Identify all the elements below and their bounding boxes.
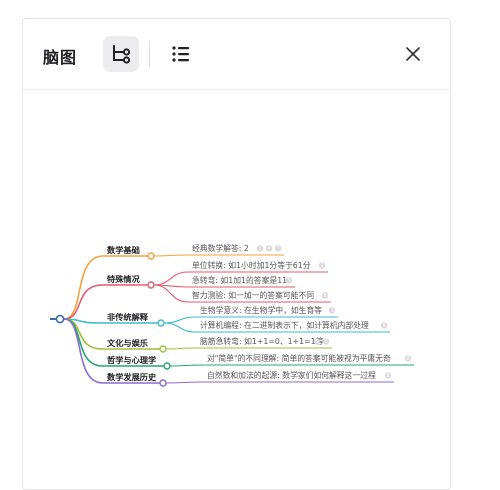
item-label[interactable]: 急转弯: 如1加1的答案是11 (192, 275, 287, 285)
item-label[interactable]: 生物学意义: 在生物学中，如生育等 (200, 305, 322, 315)
category-node (159, 345, 167, 353)
item-label[interactable]: 智力测验: 如一加一的答案可能不同 (192, 290, 314, 300)
category-node (147, 252, 155, 260)
category-label[interactable]: 文化与娱乐 (107, 338, 149, 348)
item-label[interactable]: 单位转换: 如1小时加1分等于61分 (192, 260, 311, 270)
reference-badge-number: 5 (315, 339, 318, 345)
category-node (163, 362, 171, 370)
item-label[interactable]: 对"简单"的不同理解: 简单的答案可能被视为平庸无奇 (207, 353, 391, 363)
item-connector (165, 347, 332, 350)
item-connector (165, 381, 394, 384)
reference-badge-number: 8 (323, 293, 326, 299)
item-label[interactable]: 经典数学解答: 2 (192, 243, 249, 253)
category-node (159, 379, 167, 387)
item-connector (153, 254, 284, 257)
reference-badge-number: 8 (386, 373, 389, 379)
category-label[interactable]: 数学发展历史 (107, 372, 157, 382)
item-connector (153, 284, 295, 288)
item-label[interactable]: 计算机编程: 在二进制表示下，如计算机内部处理 (200, 320, 369, 330)
category-label[interactable]: 非传统解释 (107, 312, 149, 322)
item-label[interactable]: 脑筋急转弯: 如1+1=0、1+1=1等 (200, 336, 324, 346)
reference-badge-number: 8 (406, 356, 409, 362)
category-node (147, 281, 155, 289)
category-label[interactable]: 特殊情况 (107, 274, 141, 284)
root-node[interactable] (55, 314, 65, 324)
reference-badge-number: 7 (276, 246, 279, 252)
mindmap-canvas: 数学基础 经典数学解答: 2 1 4 7特殊情况单位转换: 如1小时加1分等于61分 2急… (50, 243, 414, 387)
reference-badge-number: 5 (287, 278, 290, 284)
reference-badge-number: 3 (330, 308, 333, 314)
item-connector (169, 364, 414, 367)
category-node (157, 319, 165, 327)
category-label[interactable]: 哲学与心理学 (107, 355, 156, 365)
reference-badge-number: 6 (324, 339, 327, 345)
category-label[interactable]: 数学基础 (107, 245, 140, 255)
reference-badge-number: 2 (320, 263, 323, 269)
reference-badge-number: 9 (382, 323, 385, 329)
item-label[interactable]: 自然数和加法的起源: 数学家们如何解释这一过程 (207, 370, 376, 380)
reference-badge-number: 1 (258, 246, 261, 252)
